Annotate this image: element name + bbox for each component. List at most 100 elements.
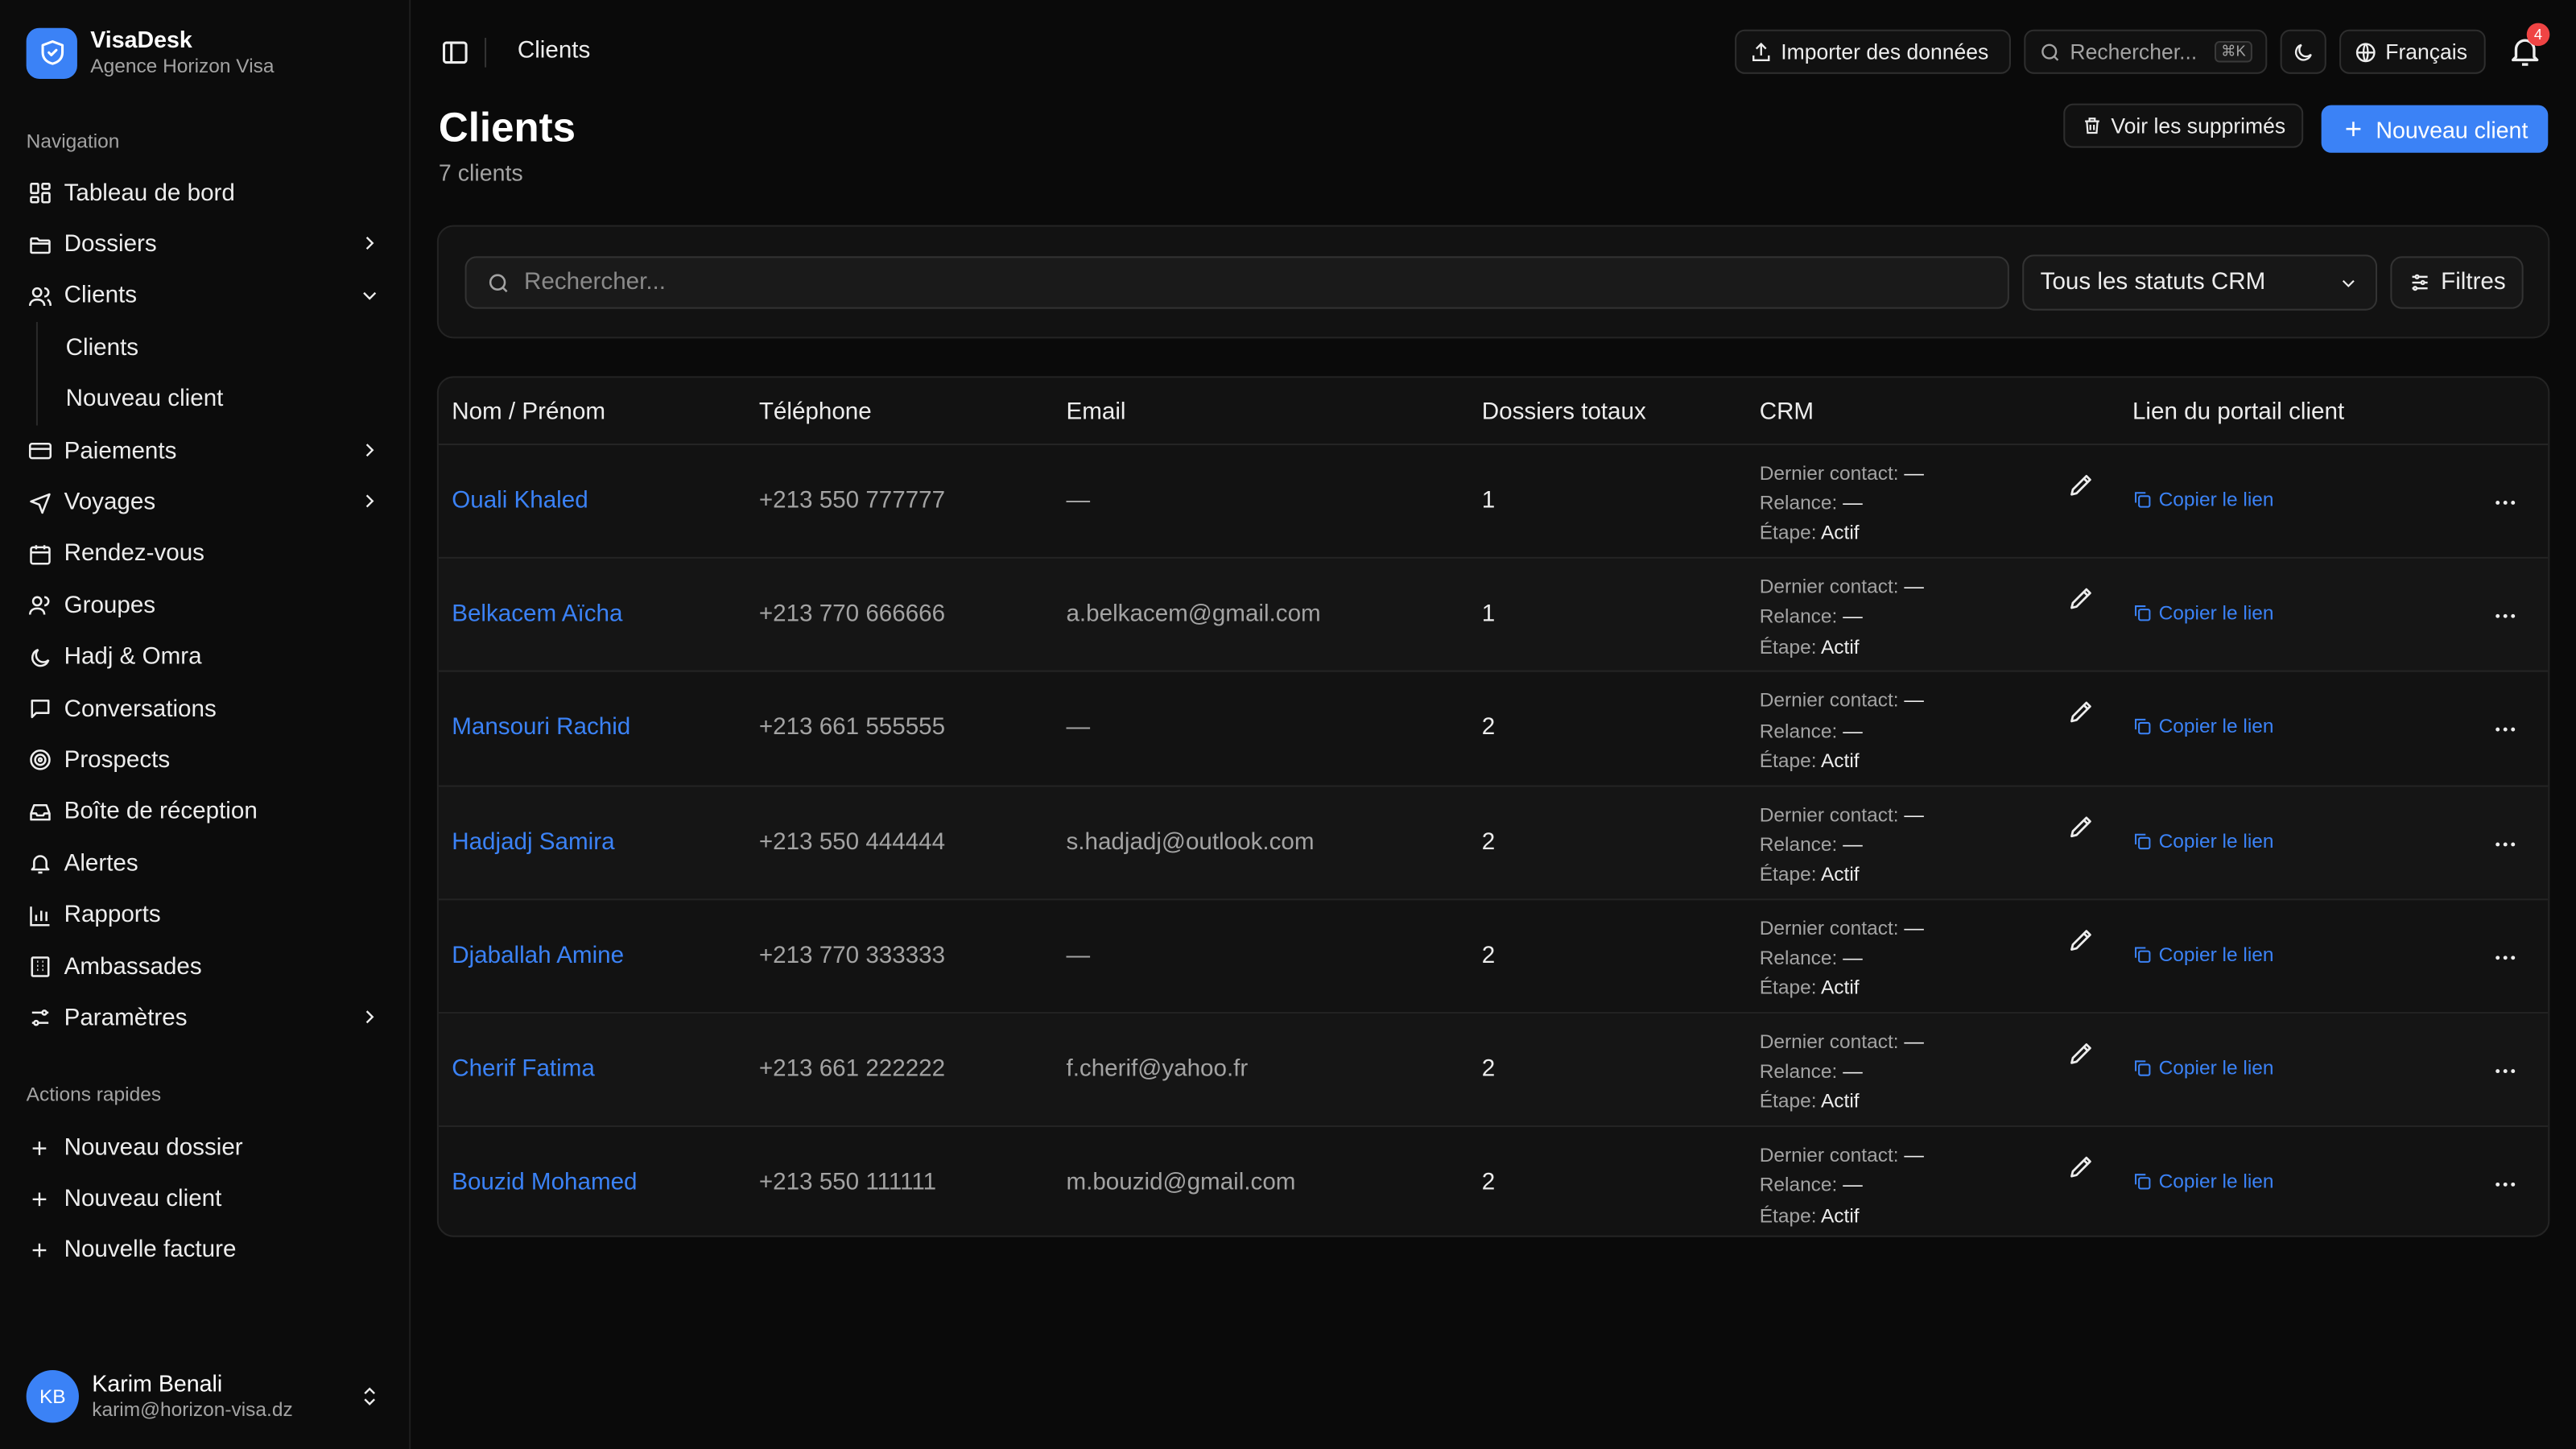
avatar: KB xyxy=(26,1370,79,1423)
brand[interactable]: VisaDesk Agence Horizon Visa xyxy=(26,27,274,79)
copy-portal-link-button[interactable]: Copier le lien xyxy=(2132,829,2274,852)
sidebar-item-voyages[interactable]: Voyages xyxy=(13,477,398,529)
column-header-name[interactable]: Nom / Prénom xyxy=(452,399,605,426)
column-header-portal[interactable]: Lien du portail client xyxy=(2132,399,2344,426)
copy-portal-link-button[interactable]: Copier le lien xyxy=(2132,1056,2274,1080)
client-name-link[interactable]: Cherif Fatima xyxy=(452,1056,595,1083)
column-header-crm[interactable]: CRM xyxy=(1760,399,1814,426)
new-client-button[interactable]: Nouveau client xyxy=(2321,105,2549,153)
copy-portal-link-button[interactable]: Copier le lien xyxy=(2132,601,2274,625)
sidebar-item-dashboard[interactable]: Tableau de bord xyxy=(13,167,398,219)
quick-new-invoice[interactable]: Nouvelle facture xyxy=(13,1225,398,1277)
moon-icon xyxy=(27,644,53,671)
table-row[interactable]: Hadjadj Samira +213 550 444444 s.hadjadj… xyxy=(438,786,2549,900)
crm-relance: Relance: — xyxy=(1759,605,1863,629)
client-name-link[interactable]: Mansouri Rachid xyxy=(452,716,630,742)
edit-pencil-icon[interactable] xyxy=(2066,924,2096,954)
crm-summary: Dernier contact: — Relance: — Étape: Act… xyxy=(1760,799,1924,889)
sidebar-item-alertes[interactable]: Alertes xyxy=(13,838,398,890)
client-phone: +213 661 222222 xyxy=(758,1056,946,1083)
client-name-link[interactable]: Djaballah Amine xyxy=(452,943,624,969)
user-menu[interactable]: KB Karim Benali karim@horizon-visa.dz xyxy=(26,1370,385,1423)
sidebar-item-groupes[interactable]: Groupes xyxy=(13,580,398,632)
edit-pencil-icon[interactable] xyxy=(2066,697,2096,727)
table-header: Nom / Prénom Téléphone Email Dossiers to… xyxy=(438,378,2549,446)
sidebar-item-inbox[interactable]: Boîte de réception xyxy=(13,786,398,838)
sidebar-item-dossiers[interactable]: Dossiers xyxy=(13,219,398,270)
quick-new-dossier[interactable]: Nouveau dossier xyxy=(13,1122,398,1174)
sidebar-item-clients[interactable]: Clients xyxy=(13,270,398,322)
client-name-link[interactable]: Hadjadj Samira xyxy=(452,829,614,856)
client-name-link[interactable]: Ouali Khaled xyxy=(452,488,588,514)
copy-portal-link-button[interactable]: Copier le lien xyxy=(2132,943,2274,965)
client-dossiers-count: 2 xyxy=(1481,1170,1496,1196)
crm-last-contact: Dernier contact: — xyxy=(1759,461,1924,485)
sidebar-item-rendez-vous[interactable]: Rendez-vous xyxy=(13,529,398,580)
edit-pencil-icon[interactable] xyxy=(2066,584,2096,613)
sidebar-item-parametres[interactable]: Paramètres xyxy=(13,993,398,1044)
sidebar-item-ambassades[interactable]: Ambassades xyxy=(13,941,398,993)
more-options-icon[interactable] xyxy=(2492,717,2519,744)
table-row[interactable]: Bouzid Mohamed +213 550 111111 m.bouzid@… xyxy=(439,1127,2548,1235)
table-row[interactable]: Mansouri Rachid +213 661 555555 — 2 Dern… xyxy=(438,672,2549,786)
sidebar-toggle-icon[interactable] xyxy=(440,38,470,68)
client-phone: +213 550 111111 xyxy=(758,1170,937,1196)
client-name-link[interactable]: Belkacem Aïcha xyxy=(452,601,622,628)
column-header-phone[interactable]: Téléphone xyxy=(759,399,872,426)
filters-button[interactable]: Filtres xyxy=(2390,256,2524,309)
view-deleted-button[interactable]: Voir les supprimés xyxy=(2063,103,2304,148)
copy-link-label: Copier le lien xyxy=(2158,488,2274,511)
sidebar-item-hadj-omra[interactable]: Hadj & Omra xyxy=(13,632,398,683)
table-row[interactable]: Cherif Fatima +213 661 222222 f.cherif@y… xyxy=(438,1013,2549,1128)
copy-link-label: Copier le lien xyxy=(2158,828,2274,852)
table-row[interactable]: Djaballah Amine +213 770 333333 — 2 Dern… xyxy=(438,900,2549,1014)
more-options-icon[interactable] xyxy=(2492,831,2519,857)
copy-link-label: Copier le lien xyxy=(2158,715,2274,739)
clients-table: Nom / Prénom Téléphone Email Dossiers to… xyxy=(436,376,2550,1237)
sliders-icon xyxy=(2412,274,2428,291)
globe-icon xyxy=(2355,42,2376,62)
quick-new-client[interactable]: Nouveau client xyxy=(13,1174,398,1225)
column-header-email[interactable]: Email xyxy=(1066,399,1125,426)
sidebar-item-prospects[interactable]: Prospects xyxy=(13,735,398,786)
edit-pencil-icon[interactable] xyxy=(2066,1038,2096,1068)
more-options-icon[interactable] xyxy=(2492,603,2519,630)
client-email: f.cherif@yahoo.fr xyxy=(1066,1056,1249,1083)
settings-icon xyxy=(27,1005,53,1032)
sidebar-item-rapports[interactable]: Rapports xyxy=(13,890,398,941)
more-options-icon[interactable] xyxy=(2492,489,2519,516)
more-options-icon[interactable] xyxy=(2492,1058,2519,1084)
copy-portal-link-button[interactable]: Copier le lien xyxy=(2132,488,2274,511)
clients-submenu: Clients Nouveau client xyxy=(35,322,398,426)
crm-etape: Étape: Actif xyxy=(1759,749,1860,772)
table-row[interactable]: Belkacem Aïcha +213 770 666666 a.belkace… xyxy=(438,559,2549,673)
import-button[interactable]: Importer des données xyxy=(1735,29,2011,74)
theme-toggle-button[interactable] xyxy=(2280,29,2326,74)
submenu-item-new-client[interactable]: Nouveau client xyxy=(38,374,398,425)
copy-portal-link-button[interactable]: Copier le lien xyxy=(2132,715,2274,739)
sidebar-item-paiements[interactable]: Paiements xyxy=(13,425,398,477)
crm-summary: Dernier contact: — Relance: — Étape: Act… xyxy=(1760,686,1924,775)
more-options-icon[interactable] xyxy=(2492,944,2519,971)
global-search-button[interactable]: Rechercher... ⌘K xyxy=(2024,29,2268,74)
copy-icon xyxy=(2135,1060,2151,1076)
sidebar-item-label: Dossiers xyxy=(64,231,157,258)
language-button[interactable]: Français xyxy=(2339,29,2486,74)
table-row[interactable]: Ouali Khaled +213 550 777777 — 1 Dernier… xyxy=(438,445,2549,559)
inbox-icon xyxy=(27,799,53,826)
edit-pencil-icon[interactable] xyxy=(2066,470,2096,500)
client-name-link[interactable]: Bouzid Mohamed xyxy=(452,1170,637,1196)
copy-portal-link-button[interactable]: Copier le lien xyxy=(2132,1170,2274,1193)
column-header-dossiers[interactable]: Dossiers totaux xyxy=(1482,399,1646,426)
crm-last-contact: Dernier contact: — xyxy=(1759,575,1924,599)
submenu-item-clients[interactable]: Clients xyxy=(38,322,398,374)
sidebar-item-conversations[interactable]: Conversations xyxy=(13,683,398,735)
quick-actions-label: Actions rapides xyxy=(26,1082,162,1106)
crm-status-select[interactable]: Tous les statuts CRM xyxy=(2022,254,2378,311)
edit-pencil-icon[interactable] xyxy=(2066,811,2096,840)
search-input[interactable] xyxy=(524,269,1970,296)
more-options-icon[interactable] xyxy=(2492,1171,2519,1198)
edit-pencil-icon[interactable] xyxy=(2066,1152,2096,1182)
client-email: s.hadjadj@outlook.com xyxy=(1066,828,1315,856)
table-body: Ouali Khaled +213 550 777777 — 1 Dernier… xyxy=(438,445,2549,1236)
